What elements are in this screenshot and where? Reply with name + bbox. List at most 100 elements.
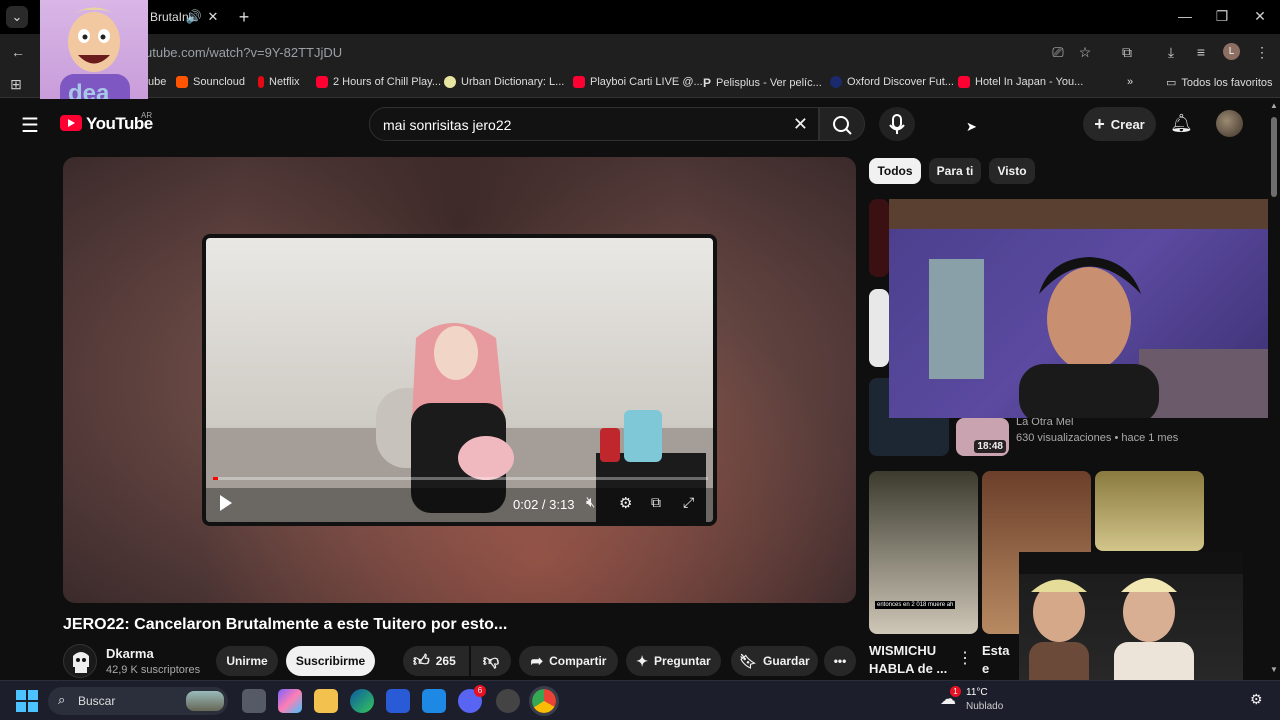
restore-icon[interactable]: ❐ [1212,8,1232,25]
rec-thumbnail-3b[interactable]: 18:48 [956,418,1009,456]
more-dots-icon: ••• [833,654,847,668]
all-bookmarks-folder[interactable]: ▭ Todos los favoritos [1166,76,1273,90]
youtube-logo-icon[interactable] [60,115,82,131]
short-title-1[interactable]: WISMICHU HABLA de ... [869,642,951,678]
rec-short-thumbnail-1[interactable]: entonces en 2 018 muere ah [869,471,978,634]
create-button[interactable]: + Crear [1083,107,1156,141]
address-bar[interactable]: utube.com/watch?v=9Y-82TTJjDU [135,38,1105,66]
ask-button[interactable]: ✦ Preguntar [626,646,721,676]
dislike-button[interactable]: 👎︎ [471,646,511,676]
apps-grid-icon[interactable]: ⊞ [6,74,26,94]
video-player[interactable]: 0:02 / 3:13 🔇︎ ⚙ ⧉ ⤢ [63,157,856,603]
rec-short-thumbnail-3[interactable] [1095,471,1204,551]
video-progress-fill [213,477,219,480]
more-bookmarks-chevron-icon[interactable]: » [1127,76,1133,88]
rec-thumbnail-1[interactable] [869,199,889,277]
video-time-display: 0:02 / 3:13 [513,497,575,512]
scroll-up-arrow-icon[interactable]: ▲ [1270,101,1278,110]
scroll-down-arrow-icon[interactable]: ▼ [1270,665,1278,674]
scrollbar-thumb[interactable] [1271,117,1277,197]
media-controls-icon[interactable]: ≡ [1191,42,1211,62]
thumbs-up-icon: 👍︎ [413,652,430,670]
taskbar-search-label: Buscar [78,694,116,708]
settings-gear-icon[interactable]: ⚙ [619,494,632,512]
file-explorer-icon[interactable] [314,689,338,713]
share-button[interactable]: ➦ Compartir [519,646,618,676]
rec-duration-badge: 18:48 [974,440,1006,453]
miniplayer-icon[interactable]: ⧉ [651,494,661,511]
like-button[interactable]: 👍︎ 265 [403,646,469,676]
bookmark-urban-dictionary[interactable]: Urban Dictionary: L... [444,76,564,88]
rec-meta: 630 visualizaciones • hace 1 mes [1016,432,1179,444]
windows-start-icon[interactable] [16,690,38,712]
clear-search-icon[interactable]: ✕ [793,114,808,135]
muted-volume-icon[interactable]: 🔇︎ [586,494,595,511]
page-scrollbar[interactable]: ▲ ▼ [1268,99,1280,680]
bookmark-playboi-carti[interactable]: Playboi Carti LIVE @... [573,76,703,88]
weather-badge: 1 [950,686,961,697]
chip-visto[interactable]: Visto [989,158,1035,184]
rec-thumbnail-2[interactable] [869,289,889,367]
mouse-cursor-icon: ➤ [966,119,977,134]
chip-para-ti[interactable]: Para ti [929,158,981,184]
save-button[interactable]: 🔖︎ Guardar [731,646,818,676]
short-more-options-icon[interactable]: ⋮ [957,648,973,668]
plus-icon: + [1094,113,1105,134]
oxford-icon [830,76,842,88]
short-title-2[interactable]: Esta e Verda [982,642,1020,678]
browser-toolbar: ← utube.com/watch?v=9Y-82TTJjDU ⎚ ☆ ⧉ ⤓ … [0,34,1280,70]
copilot-icon[interactable] [278,689,302,713]
hamburger-menu-icon[interactable]: ☰ [21,113,39,138]
new-tab-plus-icon[interactable]: + [233,6,255,28]
notification-icon[interactable]: ⚙ [1250,691,1263,708]
account-avatar[interactable] [1216,110,1243,137]
bookmark-netflix[interactable]: Netflix [258,76,300,88]
search-input[interactable]: mai sonrisitas jero22 ✕ [369,107,819,141]
video-progress-bar[interactable] [213,477,708,480]
back-arrow-icon[interactable]: ← [8,42,28,62]
steam-icon[interactable] [496,689,520,713]
voice-search-button[interactable] [879,107,915,141]
taskbar-search-box[interactable]: ⌕ Buscar [48,687,228,715]
downloads-icon[interactable]: ⤓ [1161,42,1181,62]
minimize-icon[interactable]: — [1175,8,1195,24]
bookmark-youtube[interactable]: ube [148,76,166,88]
bookmark-hotel-japan[interactable]: Hotel In Japan - You... [958,76,1083,88]
bookmark-star-icon[interactable]: ☆ [1075,42,1095,62]
join-button[interactable]: Unirme [216,646,278,676]
chrome-menu-icon[interactable]: ⋮ [1252,42,1272,62]
edge-browser-icon[interactable] [350,689,374,713]
cast-icon[interactable]: ⎚ [1048,42,1068,62]
channel-name[interactable]: Dkarma [106,646,154,661]
bookmark-pelisplus[interactable]: P Pelisplus - Ver pelíc... [703,76,822,90]
fullscreen-icon[interactable]: ⤢ [683,494,694,511]
weather-cloud-icon[interactable]: ☁ 1 [940,686,961,709]
tab-close-icon[interactable]: ✕ [202,6,224,28]
share-arrow-icon: ➦ [530,653,544,670]
window-close-icon[interactable]: ✕ [1250,8,1270,25]
sparkle-icon: ✦ [636,652,649,669]
address-bar-url: utube.com/watch?v=9Y-82TTJjDU [145,45,343,60]
microsoft-store-icon[interactable] [386,689,410,713]
discord-icon[interactable]: 6 [458,685,486,713]
bookmark-chill-playlist[interactable]: 2 Hours of Chill Play... [316,76,441,88]
task-view-icon[interactable] [242,689,266,713]
profile-avatar[interactable]: L [1223,43,1240,60]
chip-todos[interactable]: Todos [869,158,921,184]
bookmark-soundcloud[interactable]: Souncloud [176,76,245,88]
bookmark-oxford[interactable]: Oxford Discover Fut... [830,76,954,88]
thumbs-down-icon: 👎︎ [482,652,500,670]
search-button[interactable] [819,107,865,141]
more-actions-button[interactable]: ••• [824,646,856,676]
tab-search-chevron-icon[interactable]: ⌄ [6,6,28,28]
weather-temperature[interactable]: 11°C [966,687,988,698]
cartoon-sticker-overlay: dea [40,0,148,106]
mail-icon[interactable] [422,689,446,713]
extensions-puzzle-icon[interactable]: ⧉ [1117,42,1137,62]
subscribe-button[interactable]: Suscribirme [286,646,375,676]
channel-avatar[interactable] [63,644,97,678]
notifications-bell-icon[interactable]: 🔔︎ [1170,113,1193,134]
play-button-icon[interactable] [220,495,232,511]
chrome-taskbar-icon[interactable] [529,686,559,716]
soundcloud-icon [176,76,188,88]
